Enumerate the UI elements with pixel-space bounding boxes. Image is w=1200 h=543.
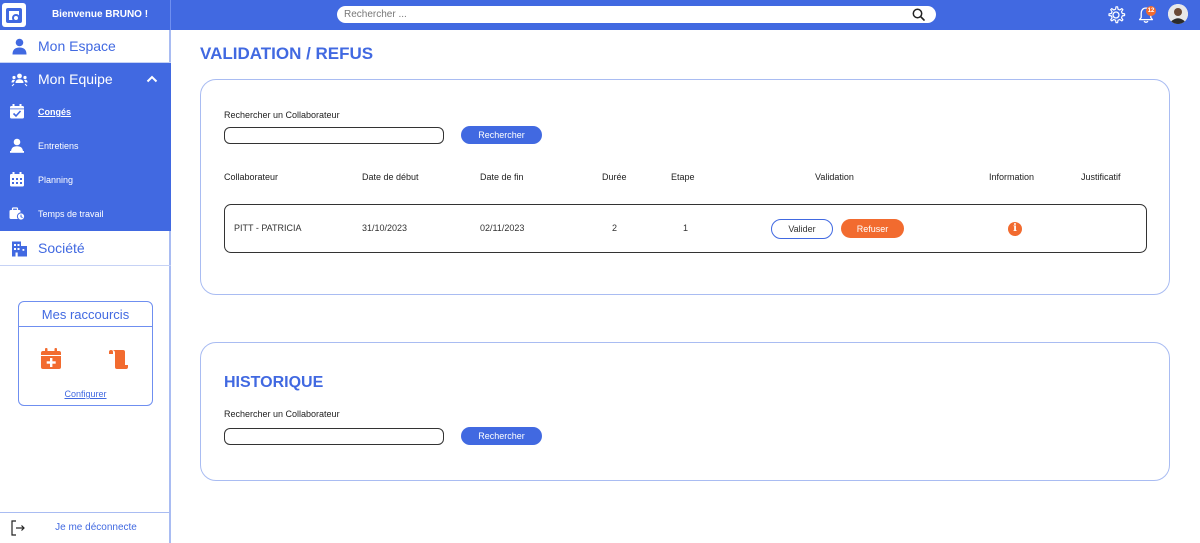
cell-date-debut: 31/10/2023: [362, 223, 408, 233]
sidebar: Mon Espace Mon Equipe Congés Entretiens …: [0, 30, 171, 543]
user-icon: [12, 38, 27, 55]
sidebar-item-label: Mon Equipe: [38, 71, 113, 87]
collaborator-search-label: Rechercher un Collaborateur: [224, 110, 340, 120]
info-icon[interactable]: i: [1008, 222, 1022, 236]
welcome-message: Bienvenue BRUNO !: [51, 9, 149, 20]
validation-card: Rechercher un Collaborateur Rechercher C…: [200, 79, 1170, 295]
table-row: PITT - PATRICIA 31/10/2023 02/11/2023 2 …: [224, 204, 1147, 253]
global-search: [337, 6, 936, 23]
column-header-information: Information: [989, 172, 1035, 182]
sidebar-subitem-label: Congés: [38, 107, 72, 117]
historique-search-label: Rechercher un Collaborateur: [224, 409, 340, 419]
sidebar-subitem-label: Temps de travail: [38, 209, 104, 219]
calendar-check-icon: [10, 104, 24, 119]
meeting-icon: [10, 138, 24, 153]
historique-search-input[interactable]: [224, 428, 444, 445]
cell-date-fin: 02/11/2023: [480, 223, 525, 233]
shortcuts-panel: Mes raccourcis Configurer: [18, 301, 153, 406]
column-header-duree: Durée: [602, 172, 627, 182]
chevron-up-icon[interactable]: [146, 74, 158, 84]
scroll-icon[interactable]: [107, 348, 129, 370]
gear-icon[interactable]: [1106, 5, 1126, 25]
column-header-etape: Etape: [671, 172, 695, 182]
logout-label: Je me déconnecte: [55, 522, 137, 533]
sidebar-item-label: Mon Espace: [38, 38, 116, 54]
column-header-justificatif: Justificatif: [1081, 172, 1121, 182]
collaborator-search-input[interactable]: [224, 127, 444, 144]
global-search-input[interactable]: [344, 7, 904, 22]
sidebar-subitem-conges[interactable]: Congés: [0, 95, 171, 129]
search-button[interactable]: Rechercher: [461, 126, 542, 144]
team-icon: [11, 73, 28, 87]
app-logo[interactable]: [2, 3, 26, 27]
logout-button[interactable]: Je me déconnecte: [0, 512, 171, 543]
historique-title: HISTORIQUE: [224, 374, 324, 391]
divider: [0, 265, 171, 266]
historique-search-button[interactable]: Rechercher: [461, 427, 542, 445]
calendar-add-icon[interactable]: [40, 348, 62, 370]
sidebar-item-mon-espace[interactable]: Mon Espace: [0, 30, 171, 62]
column-header-date-debut: Date de début: [362, 172, 419, 182]
topbar-divider: [170, 0, 171, 30]
shortcuts-title: Mes raccourcis: [19, 302, 152, 327]
cell-duree: 2: [612, 223, 618, 233]
column-header-validation: Validation: [815, 172, 854, 182]
page-title: VALIDATION / REFUS: [200, 44, 374, 63]
cell-etape: 1: [683, 223, 689, 233]
search-icon[interactable]: [912, 8, 925, 21]
column-header-date-fin: Date de fin: [480, 172, 524, 182]
avatar[interactable]: [1168, 4, 1188, 24]
notification-badge: 12: [1146, 6, 1156, 16]
historique-card: HISTORIQUE Rechercher un Collaborateur R…: [200, 342, 1170, 481]
cell-collaborateur: PITT - PATRICIA: [234, 223, 302, 233]
top-bar: Bienvenue BRUNO ! 12: [0, 0, 1200, 30]
sidebar-item-label: Société: [38, 240, 85, 256]
clock-briefcase-icon: [9, 207, 25, 221]
validate-button[interactable]: Valider: [771, 219, 833, 239]
column-header-collaborateur: Collaborateur: [224, 172, 279, 182]
sidebar-subitem-temps-de-travail[interactable]: Temps de travail: [0, 197, 171, 231]
refuse-button[interactable]: Refuser: [841, 219, 904, 238]
sidebar-subitem-entretiens[interactable]: Entretiens: [0, 129, 171, 163]
sidebar-subitem-planning[interactable]: Planning: [0, 163, 171, 197]
sidebar-item-mon-equipe[interactable]: Mon Equipe: [0, 63, 171, 95]
sidebar-subitem-label: Planning: [38, 175, 74, 185]
calendar-grid-icon: [10, 172, 24, 187]
sidebar-item-societe[interactable]: Société: [0, 232, 171, 264]
sidebar-subnav: Congés Entretiens Planning Temps de trav…: [0, 94, 171, 231]
building-icon: [12, 241, 27, 257]
sidebar-subitem-label: Entretiens: [38, 141, 79, 151]
configure-shortcuts-link[interactable]: Configurer: [19, 389, 152, 399]
